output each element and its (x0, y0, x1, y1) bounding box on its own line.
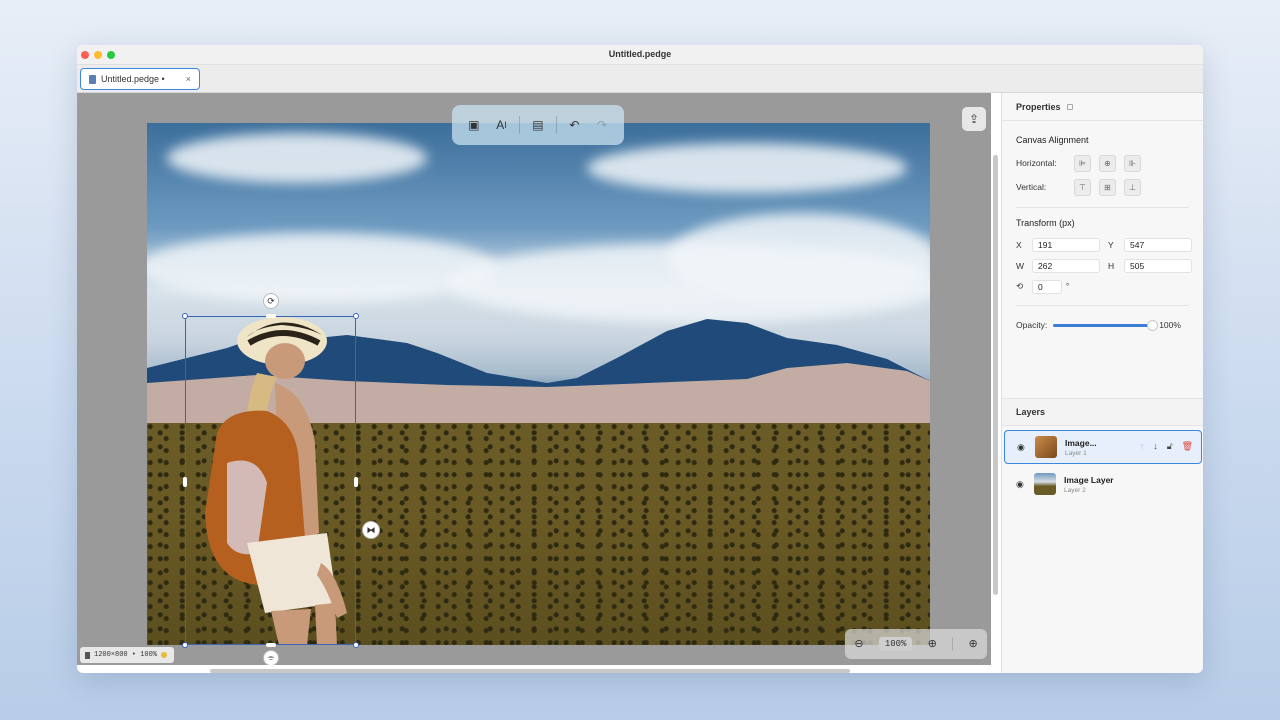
tab-untitled[interactable]: Untitled.pedge • × (80, 68, 200, 90)
share-icon[interactable]: ⇪ (962, 107, 986, 131)
horizontal-scrollbar[interactable] (210, 669, 850, 673)
title-bar: Untitled.pedge (77, 45, 1203, 65)
rotation-icon: ⟲ (1016, 281, 1024, 291)
vertical-label: Vertical: (1016, 182, 1047, 192)
align-center-h-icon[interactable]: ⊕ (1099, 154, 1116, 172)
layout-icon[interactable]: ▤ (528, 115, 548, 135)
unlock-icon[interactable]: 🔓︎ (1167, 441, 1173, 452)
move-up-icon[interactable]: ↑ (1140, 441, 1145, 452)
properties-panel: Properties Canvas Alignment Horizontal: … (1001, 93, 1203, 673)
toolbar-divider (519, 116, 521, 134)
opacity-slider-thumb[interactable] (1147, 319, 1159, 331)
properties-header: Properties (1002, 93, 1203, 121)
tab-bar: Untitled.pedge • × (77, 65, 1203, 93)
rotate-icon[interactable]: ⟳ (263, 293, 279, 309)
layer-actions: ↑ ↓ 🔓︎ 🗑︎ (1140, 441, 1193, 452)
resize-handle-top[interactable] (266, 314, 276, 318)
remove-background-icon[interactable]: ⌯ (263, 650, 279, 665)
undo-icon[interactable]: ↶ (564, 115, 584, 135)
layer-sub: Layer 2 (1064, 486, 1086, 494)
document-icon (89, 74, 96, 84)
canvas-status-text: 1200×800 • 100% (94, 651, 158, 659)
floating-toolbar: ▣ AI ▤ ↶ ↷ (452, 105, 624, 145)
rotation-input[interactable]: 0 (1032, 279, 1062, 294)
layer-item-2[interactable]: ◉ Image Layer Layer 2 (1004, 467, 1202, 501)
zoom-fit-icon[interactable]: ⊕ (965, 636, 981, 652)
opacity-slider[interactable] (1053, 319, 1159, 331)
layer-thumbnail (1034, 473, 1056, 495)
vertical-align-row: Vertical: ⊤ ⊞ ⊥ (1002, 175, 1203, 199)
layer-text: Image Layer Layer 2 (1064, 475, 1114, 494)
canvas-alignment-title: Canvas Alignment (1016, 135, 1089, 145)
resize-handle-top-left[interactable] (182, 313, 188, 319)
resize-handle-right[interactable] (354, 477, 358, 487)
zoom-in-icon[interactable]: ⊕ (924, 636, 940, 652)
toolbar-divider (555, 116, 557, 134)
height-input[interactable]: 505 (1124, 258, 1192, 273)
h-label: H (1108, 260, 1115, 271)
align-right-icon[interactable]: ⊪ (1124, 154, 1141, 172)
y-label: Y (1108, 239, 1114, 250)
layer-item-1[interactable]: ◉ Image... Layer 1 ↑ ↓ 🔓︎ 🗑︎ (1004, 430, 1202, 464)
vertical-scrollbar[interactable] (993, 155, 998, 595)
x-input[interactable]: 191 (1032, 237, 1100, 252)
add-image-icon[interactable]: ▣ (464, 115, 484, 135)
align-top-icon[interactable]: ⊤ (1074, 178, 1091, 196)
align-left-icon[interactable]: ⊫ (1074, 154, 1091, 172)
horizontal-label: Horizontal: (1016, 158, 1057, 168)
layer-name: Image... (1065, 437, 1097, 448)
layer-text: Image... Layer 1 (1065, 438, 1097, 457)
opacity-label: Opacity: (1016, 320, 1048, 330)
resize-handle-left[interactable] (183, 477, 187, 487)
opacity-row: Opacity: 100% (1002, 314, 1203, 336)
layer-sub: Layer 1 (1065, 449, 1087, 457)
zoom-divider (952, 637, 954, 651)
align-bottom-icon[interactable]: ⊥ (1124, 178, 1141, 196)
resize-handle-top-right[interactable] (353, 313, 359, 319)
canvas-area[interactable]: ▣ AI ▤ ↶ ↷ ⇪ ⟳ ⧓ ⌯ 1200×800 • 100% ⊖ 100… (77, 93, 991, 665)
width-input[interactable]: 262 (1032, 258, 1100, 273)
canvas-status: 1200×800 • 100% (80, 647, 174, 663)
zoom-out-icon[interactable]: ⊖ (851, 636, 867, 652)
eye-icon[interactable]: ◉ (1016, 479, 1026, 490)
x-label: X (1016, 239, 1022, 250)
rotation-unit: ° (1066, 282, 1070, 291)
y-input[interactable]: 547 (1124, 237, 1192, 252)
size-row: W 262 H 505 (1002, 255, 1203, 276)
selection-box[interactable] (182, 313, 359, 648)
layer-name: Image Layer (1064, 474, 1114, 485)
layer-thumbnail (1035, 436, 1057, 458)
redo-icon[interactable]: ↷ (592, 115, 612, 135)
horizontal-align-row: Horizontal: ⊫ ⊕ ⊪ (1002, 151, 1203, 175)
unsaved-dot-icon (161, 652, 168, 658)
tab-close-icon[interactable]: × (186, 74, 191, 84)
divider (1016, 207, 1189, 208)
resize-handle-bottom-right[interactable] (353, 642, 359, 648)
w-label: W (1016, 260, 1025, 271)
tab-label: Untitled.pedge • (101, 74, 165, 84)
zoom-controls: ⊖ 100% ⊕ ⊕ (845, 629, 987, 659)
align-center-v-icon[interactable]: ⊞ (1099, 178, 1116, 196)
rotation-row: ⟲ 0 ° (1002, 276, 1203, 297)
resize-handle-bottom[interactable] (266, 643, 276, 647)
app-window: Untitled.pedge Untitled.pedge • × ▣ A I … (77, 45, 1203, 673)
divider (1016, 305, 1189, 306)
lock-icon[interactable] (1066, 103, 1073, 110)
position-row: X 191 Y 547 (1002, 234, 1203, 255)
move-down-icon[interactable]: ↓ (1153, 441, 1158, 452)
properties-title: Properties (1016, 101, 1061, 112)
transform-title: Transform (px) (1016, 218, 1075, 228)
resize-handle-bottom-left[interactable] (182, 642, 188, 648)
flip-icon[interactable]: ⧓ (362, 521, 380, 539)
delete-icon[interactable]: 🗑︎ (1182, 441, 1193, 452)
add-text-icon[interactable]: AI (492, 115, 512, 135)
window-title: Untitled.pedge (608, 49, 672, 59)
eye-icon[interactable]: ◉ (1017, 442, 1027, 453)
zoom-value[interactable]: 100% (878, 637, 913, 651)
document-icon (85, 651, 90, 659)
opacity-value: 100% (1159, 320, 1181, 330)
layers-header: Layers (1002, 398, 1203, 426)
